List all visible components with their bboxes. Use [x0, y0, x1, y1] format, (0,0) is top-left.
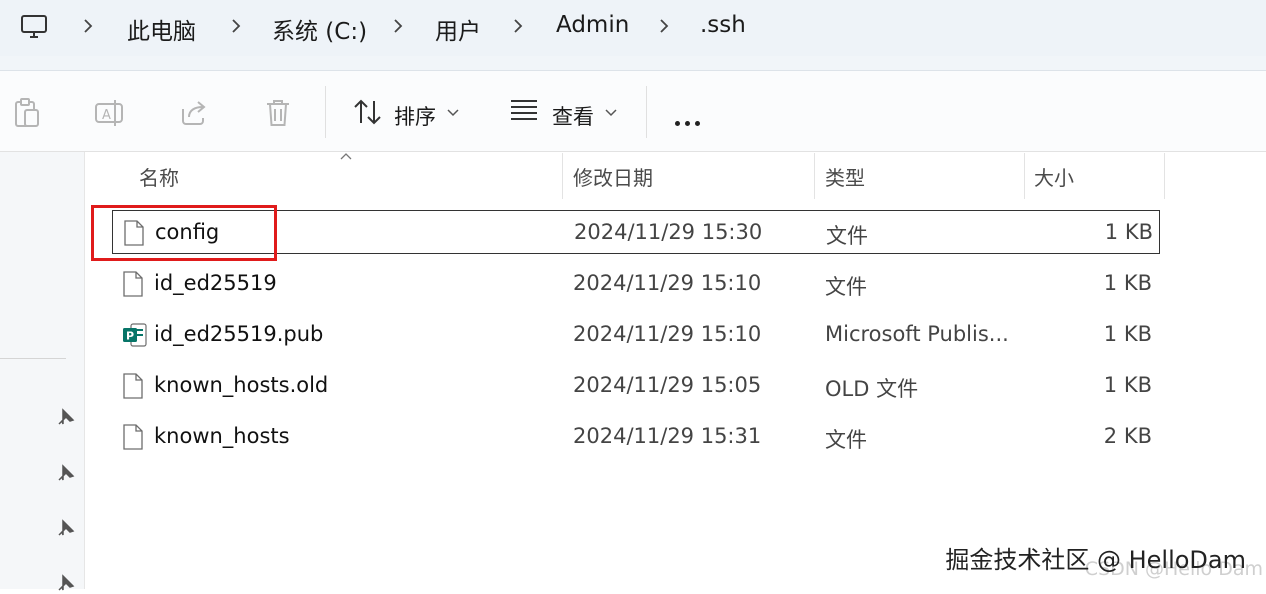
more-options-icon[interactable]: [675, 111, 705, 130]
view-button[interactable]: 查看: [552, 101, 594, 131]
svg-text:A: A: [102, 108, 111, 123]
file-date: 2024/11/29 15:10: [573, 322, 762, 346]
command-bar: A 排序 查看: [0, 71, 1266, 152]
file-size: 1 KB: [1103, 271, 1152, 295]
blank-file-icon: [123, 271, 143, 297]
column-separator[interactable]: [562, 153, 563, 199]
sort-ascending-icon: [340, 153, 352, 160]
blank-file-icon: [123, 373, 143, 399]
view-icon[interactable]: [509, 97, 539, 123]
pin-icon[interactable]: [55, 464, 75, 484]
address-bar: 此电脑 系统 (C:) 用户 Admin .ssh: [0, 0, 1266, 56]
svg-text:P: P: [126, 330, 134, 343]
column-separator[interactable]: [1164, 153, 1165, 199]
file-type: 文件: [825, 428, 867, 452]
chevron-right-icon: [660, 19, 669, 33]
publisher-file-icon: P: [123, 323, 147, 347]
rename-icon[interactable]: A: [94, 97, 126, 129]
column-separator[interactable]: [814, 153, 815, 199]
file-size: 1 KB: [1104, 220, 1153, 244]
breadcrumb-this-pc[interactable]: 此电脑: [127, 12, 196, 46]
pin-icon[interactable]: [55, 574, 75, 594]
sort-icon[interactable]: [352, 97, 384, 127]
watermark: 掘金技术社区 @ HelloDam: [945, 546, 1246, 574]
file-size: 1 KB: [1103, 373, 1152, 397]
column-header-date[interactable]: 修改日期: [573, 162, 653, 191]
navigation-pane: [0, 152, 85, 591]
column-header-type[interactable]: 类型: [825, 162, 865, 191]
share-icon[interactable]: [179, 97, 209, 127]
chevron-right-icon: [394, 19, 403, 33]
column-header-size[interactable]: 大小: [1034, 162, 1074, 191]
column-header-name[interactable]: 名称: [139, 162, 179, 191]
file-date: 2024/11/29 15:10: [573, 271, 762, 295]
breadcrumb-c-drive[interactable]: 系统 (C:): [272, 12, 367, 46]
chevron-right-icon: [232, 19, 241, 33]
file-size: 1 KB: [1103, 322, 1152, 346]
file-row-known-hosts[interactable]: known_hosts 2024/11/29 15:31 文件 2 KB: [112, 415, 1158, 459]
breadcrumb-ssh[interactable]: .ssh: [700, 12, 746, 38]
chevron-right-icon: [514, 19, 523, 33]
pin-icon[interactable]: [55, 408, 75, 428]
file-row-id-ed25519-pub[interactable]: P id_ed25519.pub 2024/11/29 15:10 Micros…: [112, 313, 1158, 357]
delete-icon[interactable]: [264, 97, 292, 129]
paste-icon[interactable]: [13, 97, 41, 129]
toolbar-separator: [646, 86, 647, 138]
file-type: OLD 文件: [825, 377, 919, 401]
pin-icon[interactable]: [55, 519, 75, 539]
file-date: 2024/11/29 15:30: [574, 220, 763, 244]
file-type: 文件: [826, 224, 868, 248]
chevron-down-icon[interactable]: [447, 109, 459, 117]
chevron-right-icon: [84, 19, 93, 33]
chevron-down-icon[interactable]: [605, 109, 617, 117]
file-row-id-ed25519[interactable]: id_ed25519 2024/11/29 15:10 文件 1 KB: [112, 262, 1158, 306]
breadcrumb-admin[interactable]: Admin: [556, 12, 629, 38]
file-type: Microsoft Publis...: [825, 322, 1009, 346]
file-type: 文件: [825, 275, 867, 299]
breadcrumb-users[interactable]: 用户: [435, 12, 481, 46]
file-name: id_ed25519: [154, 271, 277, 295]
file-date: 2024/11/29 15:05: [573, 373, 762, 397]
column-separator[interactable]: [1024, 153, 1025, 199]
file-name: known_hosts.old: [154, 373, 329, 397]
file-name: id_ed25519.pub: [154, 322, 324, 346]
file-name: known_hosts: [154, 424, 290, 448]
file-row-known-hosts-old[interactable]: known_hosts.old 2024/11/29 15:05 OLD 文件 …: [112, 364, 1158, 408]
sort-button[interactable]: 排序: [394, 101, 436, 131]
blank-file-icon: [123, 424, 143, 450]
file-size: 2 KB: [1103, 424, 1152, 448]
address-bar-divider: [0, 56, 1266, 71]
annotation-highlight-box: [91, 205, 277, 261]
file-date: 2024/11/29 15:31: [573, 424, 762, 448]
toolbar-separator: [325, 86, 326, 138]
this-pc-icon[interactable]: [20, 14, 48, 40]
nav-divider: [0, 358, 66, 359]
